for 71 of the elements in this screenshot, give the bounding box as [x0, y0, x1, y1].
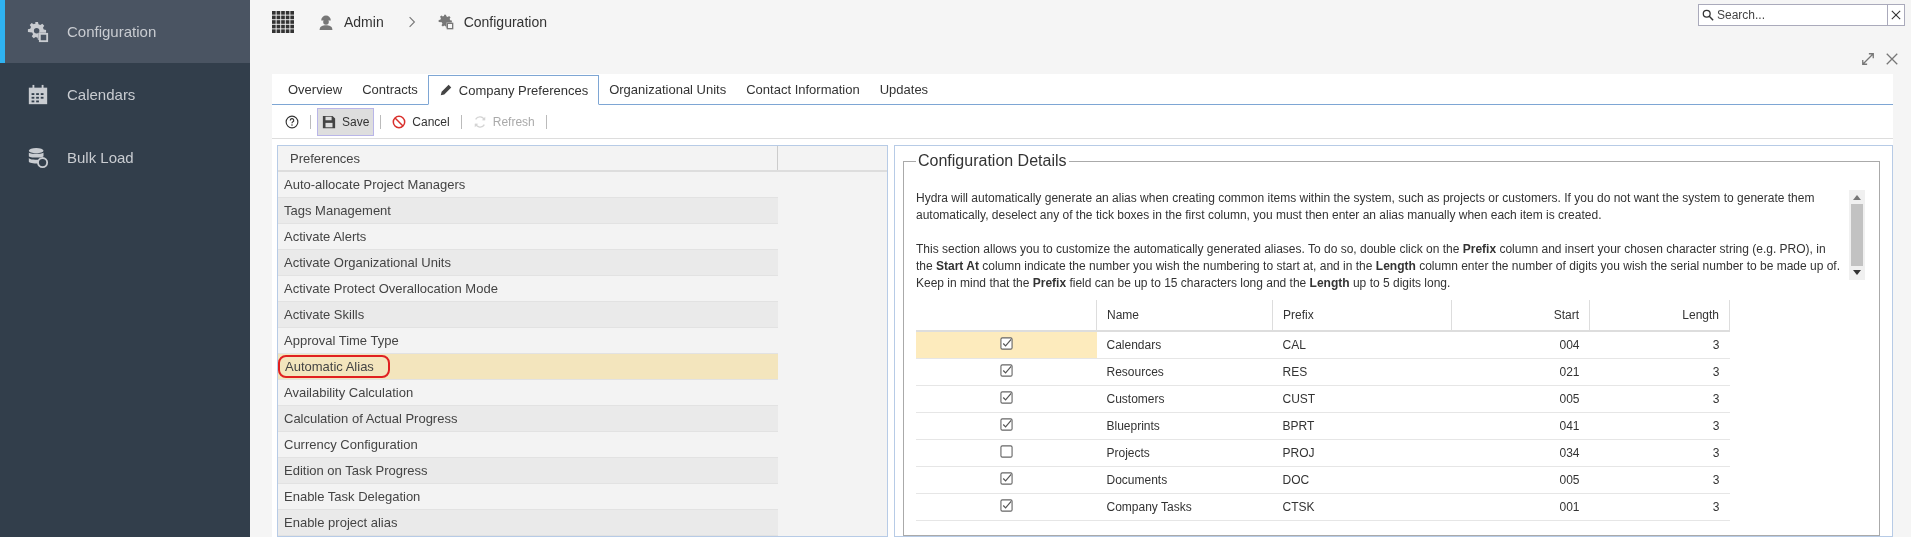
paragraph: This section allows you to customize the automatically generated aliases. To do so, double click on the Prefix column and insert your chosen character string (e.g. PRO), in the Start At column indicate the number you wish the numbering to start at, and in the Length column enter the number of digits you wish the serial number to be made up of. Keep in mind that the Prefix field can be up to 15 characters long and the Length up to 5 digits long.	[916, 241, 1841, 292]
list-item-label: Activate Organizational Units	[284, 255, 451, 270]
column-header[interactable]: Length	[1589, 300, 1730, 331]
table-cell: 005	[1451, 466, 1590, 494]
list-item[interactable]: Tags Management	[278, 198, 778, 224]
list-item-label: Auto-allocate Project Managers	[284, 177, 466, 192]
table-cell: 005	[1451, 385, 1590, 413]
table-cell: 001	[1451, 493, 1590, 521]
list-item-label: Activate Alerts	[284, 229, 367, 244]
tab[interactable]: Overview	[278, 75, 353, 104]
table-cell: 004	[1451, 331, 1590, 359]
table-cell: Calendars	[1096, 331, 1273, 359]
column-header: Preferences	[278, 146, 778, 170]
table-cell: CUST	[1272, 385, 1452, 413]
list-item-label: Edition on Task Progress	[284, 463, 428, 478]
list-item-label: Activate Skills	[284, 307, 365, 322]
tab[interactable]: Updates	[869, 75, 939, 104]
list-item-label: Calculation of Actual Progress	[284, 411, 458, 426]
table-cell: 3	[1589, 466, 1730, 494]
table-cell: Customers	[1096, 385, 1273, 413]
column-header[interactable]: Prefix	[1272, 300, 1452, 331]
list-item-label: Availability Calculation	[284, 385, 414, 400]
table-cell: 3	[1589, 493, 1730, 521]
table-cell: 021	[1451, 358, 1590, 386]
list-item[interactable]: Activate Organizational Units	[278, 250, 778, 276]
search-field[interactable]: Search...	[1698, 4, 1888, 26]
tab[interactable]: Organizational Units	[599, 75, 737, 104]
table-cell: 3	[1589, 331, 1730, 359]
table-cell: 034	[1451, 439, 1590, 467]
highlight-outline: Automatic Alias	[278, 355, 390, 378]
table-cell: 3	[1589, 412, 1730, 440]
breadcrumb-link[interactable]: Admin	[344, 14, 384, 30]
table-cell: CAL	[1272, 331, 1452, 359]
breadcrumb-link[interactable]: Configuration	[463, 14, 547, 30]
table-cell: Resources	[1096, 358, 1273, 386]
table-cell: CTSK	[1272, 493, 1452, 521]
table-cell: 3	[1589, 439, 1730, 467]
tab[interactable]: Company Preferences	[427, 75, 600, 105]
list-item[interactable]: Calculation of Actual Progress	[278, 406, 778, 432]
table-cell: Company Tasks	[1096, 493, 1273, 521]
toolbar-button[interactable]: Save	[317, 107, 375, 136]
list-item-label: Currency Configuration	[284, 437, 418, 452]
sidebar-item[interactable]: Bulk Load	[0, 126, 250, 189]
sidebar-item[interactable]: Configuration	[0, 0, 250, 63]
list-item-label: Activate Protect Overallocation Mode	[284, 281, 498, 296]
table-cell: DOC	[1272, 466, 1452, 494]
table-cell: BPRT	[1272, 412, 1452, 440]
list-item-label: Tags Management	[284, 203, 391, 218]
table-cell: RES	[1272, 358, 1452, 386]
paragraph: Hydra will automatically generate an alias when creating common items within the system, such as projects or customers. If you do not want the system to generate them automatically, deselect any of the tick boxes in the first column, you must then enter an alias manually when each item is created.	[916, 190, 1816, 224]
tab[interactable]: Contact Information	[736, 75, 870, 104]
tab[interactable]: Contracts	[352, 75, 428, 104]
list-item[interactable]: Enable project alias	[278, 510, 778, 536]
list-item[interactable]: Automatic Alias	[278, 354, 778, 380]
column-header[interactable]: Start	[1451, 300, 1590, 331]
column-header[interactable]: Name	[1096, 300, 1273, 331]
table-cell: Documents	[1096, 466, 1273, 494]
list-item-label: Enable Task Delegation	[284, 489, 421, 504]
list-item-label: Enable project alias	[284, 515, 398, 530]
table-cell: 3	[1589, 385, 1730, 413]
group-title: Configuration Details	[917, 152, 1068, 170]
list-item-label: Approval Time Type	[284, 333, 399, 348]
sidebar-item[interactable]: Calendars	[0, 63, 250, 126]
toolbar-button[interactable]: Cancel	[387, 107, 455, 136]
table-cell: Blueprints	[1096, 412, 1273, 440]
table-cell: 3	[1589, 358, 1730, 386]
list-item[interactable]: Edition on Task Progress	[278, 458, 778, 484]
list-item[interactable]: Activate Skills	[278, 302, 778, 328]
table-cell: Projects	[1096, 439, 1273, 467]
table-cell: PROJ	[1272, 439, 1452, 467]
table-cell: 041	[1451, 412, 1590, 440]
